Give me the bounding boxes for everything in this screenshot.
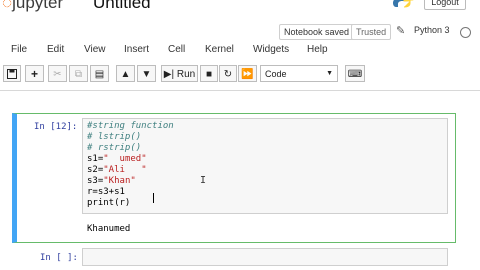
- restart-button[interactable]: ↻: [219, 65, 237, 82]
- cell-type-value: Code: [265, 69, 287, 79]
- refresh-icon: ↻: [223, 69, 233, 80]
- paste-button[interactable]: ▤: [90, 65, 109, 82]
- run-icon: ▶|: [163, 69, 175, 80]
- save-icon: [7, 69, 17, 79]
- scissors-icon: ✂: [53, 69, 62, 80]
- pencil-icon[interactable]: ✎: [396, 24, 405, 37]
- plus-icon: +: [30, 67, 38, 81]
- cell-output: Khanumed: [87, 224, 131, 234]
- menu-help[interactable]: Help: [307, 44, 328, 55]
- menu-kernel[interactable]: Kernel: [205, 44, 234, 55]
- code-line: # rstrip(): [87, 143, 142, 153]
- menu-cell[interactable]: Cell: [168, 44, 185, 55]
- command-palette-button[interactable]: ⌨: [345, 65, 365, 82]
- keyboard-icon: ⌨: [347, 69, 363, 80]
- kernel-name: Python 3: [414, 25, 450, 35]
- cut-button[interactable]: ✂: [48, 65, 67, 82]
- menu-edit[interactable]: Edit: [47, 44, 64, 55]
- cell-type-select[interactable]: Code ▼: [260, 65, 338, 82]
- menu-insert[interactable]: Insert: [124, 44, 149, 55]
- copy-button[interactable]: ⧉: [69, 65, 88, 82]
- caret-down-icon: ▼: [326, 70, 333, 77]
- code-line: s1=" umed": [87, 154, 147, 164]
- trusted-indicator[interactable]: Trusted: [351, 24, 392, 40]
- jupyter-logo[interactable]: ◌jupyter: [2, 0, 63, 13]
- cell-prompt: In [ ]:: [40, 253, 78, 263]
- run-button[interactable]: ▶| Run: [161, 65, 198, 82]
- move-up-button[interactable]: ▲: [116, 65, 135, 82]
- save-button[interactable]: [3, 65, 21, 82]
- code-line: s3="Khan": [87, 176, 136, 186]
- menu-view[interactable]: View: [84, 44, 106, 55]
- copy-icon: ⧉: [74, 69, 83, 80]
- restart-run-all-button[interactable]: ⏩: [238, 65, 257, 82]
- header-divider: [0, 90, 480, 91]
- run-label: Run: [176, 69, 196, 80]
- menu-widgets[interactable]: Widgets: [253, 44, 289, 55]
- header: ◌jupyter Untitled Logout Notebook saved …: [0, 0, 480, 40]
- interrupt-button[interactable]: ■: [200, 65, 218, 82]
- toolbar: + ✂ ⧉ ▤ ▲ ▼ ▶| Run ■ ↻ ⏩ Code ▼ ⌨: [0, 63, 480, 85]
- move-down-button[interactable]: ▼: [137, 65, 156, 82]
- arrow-down-icon: ▼: [141, 69, 152, 80]
- cell-prompt: In [12]:: [34, 122, 78, 132]
- code-line: # lstrip(): [87, 132, 142, 142]
- arrow-up-icon: ▲: [120, 69, 131, 80]
- python-logo-icon: [393, 0, 414, 8]
- fast-forward-icon: ⏩: [241, 69, 254, 80]
- menubar: File Edit View Insert Cell Kernel Widget…: [0, 40, 480, 60]
- save-status-indicator: Notebook saved: [279, 24, 355, 40]
- text-cursor: [153, 193, 154, 203]
- code-line: print(r): [87, 198, 131, 208]
- menu-file[interactable]: File: [11, 44, 27, 55]
- stop-icon: ■: [205, 69, 213, 80]
- kernel-status-icon: [460, 27, 471, 38]
- code-line: s2="Ali ": [87, 165, 147, 175]
- code-editor-empty[interactable]: [82, 248, 448, 266]
- notebook-title[interactable]: Untitled: [93, 0, 151, 13]
- ibeam-cursor-icon: I: [200, 175, 207, 186]
- code-line: #string function: [87, 121, 174, 131]
- insert-cell-button[interactable]: +: [25, 65, 44, 82]
- code-line: r=s3+s1: [87, 187, 125, 197]
- logout-button[interactable]: Logout: [424, 0, 466, 10]
- paste-icon: ▤: [94, 69, 105, 80]
